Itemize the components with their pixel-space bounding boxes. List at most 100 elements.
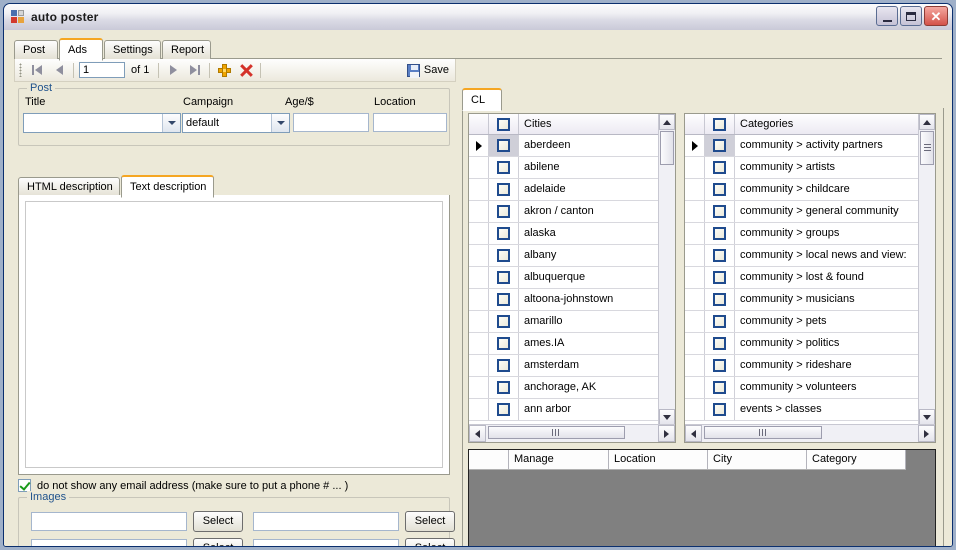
cities-scroll-down-button[interactable]: [659, 409, 675, 425]
category-row-checkbox-icon[interactable]: [713, 227, 726, 240]
record-number-input[interactable]: 1: [79, 62, 125, 78]
category-row[interactable]: community > groups: [685, 223, 918, 245]
categories-scroll-right-button[interactable]: [918, 425, 935, 442]
categories-column-header[interactable]: Categories: [735, 114, 918, 134]
category-row[interactable]: community > volunteers: [685, 377, 918, 399]
category-row-checkbox-icon[interactable]: [713, 249, 726, 262]
city-row-checkbox-cell[interactable]: [489, 289, 519, 310]
cities-hscroll-thumb[interactable]: [488, 426, 625, 439]
city-row[interactable]: aberdeen: [469, 135, 658, 157]
city-row[interactable]: albuquerque: [469, 267, 658, 289]
city-row-checkbox-icon[interactable]: [497, 359, 510, 372]
image-select-button-3[interactable]: Select: [193, 538, 243, 546]
category-row-checkbox-icon[interactable]: [713, 381, 726, 394]
city-row-checkbox-cell[interactable]: [489, 377, 519, 398]
category-row-checkbox-icon[interactable]: [713, 315, 726, 328]
city-row[interactable]: akron / canton: [469, 201, 658, 223]
previous-record-button[interactable]: [48, 61, 70, 80]
category-row-checkbox-cell[interactable]: [705, 179, 735, 200]
category-row-checkbox-cell[interactable]: [705, 289, 735, 310]
category-row[interactable]: events > classes: [685, 399, 918, 421]
city-row-checkbox-icon[interactable]: [497, 337, 510, 350]
results-column-location[interactable]: Location: [609, 450, 708, 469]
city-row[interactable]: abilene: [469, 157, 658, 179]
category-row-selector[interactable]: [685, 157, 705, 178]
city-row-selector[interactable]: [469, 135, 489, 156]
city-row-checkbox-cell[interactable]: [489, 245, 519, 266]
city-row[interactable]: albany: [469, 245, 658, 267]
age-input[interactable]: [293, 113, 369, 132]
city-row-checkbox-icon[interactable]: [497, 403, 510, 416]
categories-vertical-scrollbar[interactable]: [918, 114, 935, 425]
category-row-selector[interactable]: [685, 267, 705, 288]
category-row-checkbox-cell[interactable]: [705, 157, 735, 178]
tab-settings[interactable]: Settings: [104, 40, 161, 59]
city-row[interactable]: amarillo: [469, 311, 658, 333]
cities-scroll-right-button[interactable]: [658, 425, 675, 442]
city-row-checkbox-cell[interactable]: [489, 135, 519, 156]
city-row-checkbox-cell[interactable]: [489, 267, 519, 288]
results-column-city[interactable]: City: [708, 450, 807, 469]
city-row-checkbox-icon[interactable]: [497, 249, 510, 262]
select-all-checkbox-icon[interactable]: [497, 117, 510, 131]
city-row-selector[interactable]: [469, 245, 489, 266]
cities-scroll-left-button[interactable]: [469, 425, 486, 442]
city-row[interactable]: amsterdam: [469, 355, 658, 377]
close-button[interactable]: ✕: [924, 6, 948, 26]
tab-text-description[interactable]: Text description: [121, 175, 214, 198]
cities-hscroll-track[interactable]: [486, 425, 658, 442]
cities-select-all-cell[interactable]: [489, 114, 519, 134]
categories-scroll-down-button[interactable]: [919, 409, 935, 425]
city-row-checkbox-cell[interactable]: [489, 179, 519, 200]
city-row-checkbox-icon[interactable]: [497, 183, 510, 196]
category-row[interactable]: community > general community: [685, 201, 918, 223]
tab-html-description[interactable]: HTML description: [18, 177, 120, 196]
city-row-checkbox-cell[interactable]: [489, 399, 519, 420]
image-path-input-2[interactable]: [253, 512, 399, 531]
city-row-selector[interactable]: [469, 289, 489, 310]
category-row-checkbox-cell[interactable]: [705, 245, 735, 266]
category-row-checkbox-cell[interactable]: [705, 333, 735, 354]
category-row-checkbox-icon[interactable]: [713, 271, 726, 284]
category-row[interactable]: community > artists: [685, 157, 918, 179]
categories-horizontal-scrollbar[interactable]: [685, 424, 935, 442]
categories-scroll-up-button[interactable]: [919, 114, 935, 130]
delete-record-button[interactable]: [235, 61, 257, 80]
city-row-checkbox-cell[interactable]: [489, 311, 519, 332]
tab-report[interactable]: Report: [162, 40, 211, 59]
category-row-selector[interactable]: [685, 333, 705, 354]
description-textarea[interactable]: [25, 201, 443, 468]
image-path-input-4[interactable]: [253, 539, 399, 546]
category-row-checkbox-icon[interactable]: [713, 139, 726, 152]
cities-column-header[interactable]: Cities: [519, 114, 658, 134]
image-path-input-3[interactable]: [31, 539, 187, 546]
category-row-checkbox-icon[interactable]: [713, 359, 726, 372]
category-row[interactable]: community > local news and view:: [685, 245, 918, 267]
tab-cl[interactable]: CL: [462, 88, 502, 111]
city-row[interactable]: ames.IA: [469, 333, 658, 355]
image-select-button-2[interactable]: Select: [405, 511, 455, 532]
city-row-checkbox-icon[interactable]: [497, 271, 510, 284]
category-row-selector[interactable]: [685, 135, 705, 156]
city-row[interactable]: adelaide: [469, 179, 658, 201]
category-row-checkbox-cell[interactable]: [705, 201, 735, 222]
results-column-category[interactable]: Category: [807, 450, 906, 469]
category-row-selector[interactable]: [685, 201, 705, 222]
category-row[interactable]: community > pets: [685, 311, 918, 333]
category-row-checkbox-cell[interactable]: [705, 267, 735, 288]
city-row-checkbox-icon[interactable]: [497, 139, 510, 152]
first-record-button[interactable]: [26, 61, 48, 80]
select-all-checkbox-icon[interactable]: [713, 117, 726, 131]
city-row-selector[interactable]: [469, 223, 489, 244]
city-row-selector[interactable]: [469, 333, 489, 354]
cities-horizontal-scrollbar[interactable]: [469, 424, 675, 442]
image-select-button-4[interactable]: Select: [405, 538, 455, 546]
category-row-selector[interactable]: [685, 289, 705, 310]
category-row-checkbox-cell[interactable]: [705, 377, 735, 398]
category-row-checkbox-cell[interactable]: [705, 355, 735, 376]
category-row[interactable]: community > rideshare: [685, 355, 918, 377]
category-row-selector[interactable]: [685, 399, 705, 420]
city-row-checkbox-cell[interactable]: [489, 223, 519, 244]
cities-scroll-thumb[interactable]: [660, 131, 674, 165]
city-row-checkbox-cell[interactable]: [489, 157, 519, 178]
